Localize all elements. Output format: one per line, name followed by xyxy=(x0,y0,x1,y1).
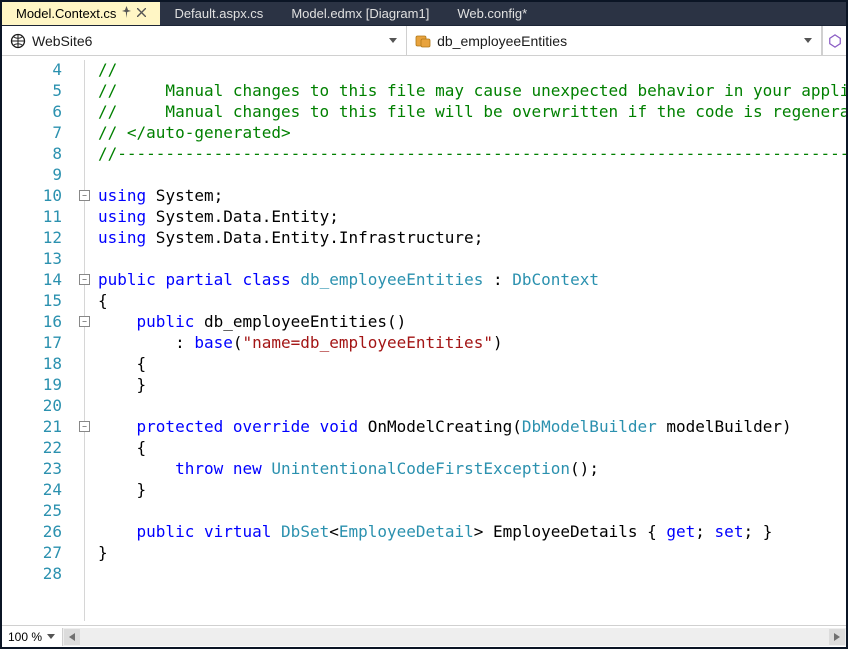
line-number: 24 xyxy=(2,479,62,500)
fold-toggle[interactable]: − xyxy=(79,274,90,285)
line-number: 26 xyxy=(2,521,62,542)
nav-overflow[interactable] xyxy=(822,26,846,55)
line-number: 28 xyxy=(2,563,62,584)
tab-label: Web.config* xyxy=(457,6,527,21)
scroll-right-button[interactable] xyxy=(829,629,845,645)
code-area[interactable]: //// Manual changes to this file may cau… xyxy=(98,56,846,625)
line-number: 15 xyxy=(2,290,62,311)
zoom-label: 100 % xyxy=(2,630,44,644)
pin-icon[interactable] xyxy=(122,6,131,21)
code-line[interactable]: //--------------------------------------… xyxy=(98,143,846,164)
code-line[interactable]: protected override void OnModelCreating(… xyxy=(98,416,846,437)
tab-strip: Model.Context.cs Default.aspx.cs Model.e… xyxy=(2,2,846,26)
line-number: 27 xyxy=(2,542,62,563)
code-line[interactable]: using System.Data.Entity; xyxy=(98,206,846,227)
code-line[interactable]: public partial class db_employeeEntities… xyxy=(98,269,846,290)
chevron-down-icon xyxy=(386,34,400,48)
line-number: 5 xyxy=(2,80,62,101)
code-line[interactable]: using System.Data.Entity.Infrastructure; xyxy=(98,227,846,248)
line-number: 12 xyxy=(2,227,62,248)
line-number: 10 xyxy=(2,185,62,206)
line-number: 16 xyxy=(2,311,62,332)
line-number-gutter: 4567891011121314151617181920212223242526… xyxy=(2,56,74,625)
line-number: 23 xyxy=(2,458,62,479)
globe-icon xyxy=(10,33,26,49)
code-line[interactable]: // Manual changes to this file may cause… xyxy=(98,80,846,101)
line-number: 21 xyxy=(2,416,62,437)
code-line[interactable]: // xyxy=(98,59,846,80)
line-number: 14 xyxy=(2,269,62,290)
tab-label: Default.aspx.cs xyxy=(174,6,263,21)
chevron-down-icon xyxy=(801,34,815,48)
code-line[interactable]: public db_employeeEntities() xyxy=(98,311,846,332)
code-line[interactable]: { xyxy=(98,290,846,311)
nav-member-label: db_employeeEntities xyxy=(437,33,795,49)
line-number: 22 xyxy=(2,437,62,458)
code-line[interactable] xyxy=(98,164,846,185)
tab-web-config[interactable]: Web.config* xyxy=(443,2,541,25)
nav-project-selector[interactable]: WebSite6 xyxy=(2,26,407,55)
zoom-dropdown[interactable] xyxy=(44,634,58,639)
code-line[interactable]: : base("name=db_employeeEntities") xyxy=(98,332,846,353)
code-line[interactable]: // Manual changes to this file will be o… xyxy=(98,101,846,122)
code-line[interactable]: } xyxy=(98,542,846,563)
code-line[interactable]: { xyxy=(98,353,846,374)
nav-bar: WebSite6 db_employeeEntities xyxy=(2,26,846,56)
code-line[interactable]: public virtual DbSet<EmployeeDetail> Emp… xyxy=(98,521,846,542)
line-number: 13 xyxy=(2,248,62,269)
tab-model-context[interactable]: Model.Context.cs xyxy=(2,2,160,25)
code-line[interactable]: } xyxy=(98,374,846,395)
fold-guide xyxy=(84,60,85,621)
fold-toggle[interactable]: − xyxy=(79,421,90,432)
code-line[interactable]: // </auto-generated> xyxy=(98,122,846,143)
tab-default-aspx[interactable]: Default.aspx.cs xyxy=(160,2,277,25)
code-line[interactable]: throw new UnintentionalCodeFirstExceptio… xyxy=(98,458,846,479)
code-line[interactable] xyxy=(98,563,846,584)
fold-gutter: − − − − xyxy=(74,56,98,625)
code-line[interactable]: { xyxy=(98,437,846,458)
line-number: 9 xyxy=(2,164,62,185)
nav-project-label: WebSite6 xyxy=(32,33,380,49)
line-number: 4 xyxy=(2,59,62,80)
tab-model-edmx[interactable]: Model.edmx [Diagram1] xyxy=(277,2,443,25)
line-number: 25 xyxy=(2,500,62,521)
line-number: 20 xyxy=(2,395,62,416)
line-number: 18 xyxy=(2,353,62,374)
horizontal-scrollbar[interactable] xyxy=(62,628,846,646)
line-number: 8 xyxy=(2,143,62,164)
editor[interactable]: 4567891011121314151617181920212223242526… xyxy=(2,56,846,625)
scroll-left-button[interactable] xyxy=(64,629,80,645)
close-icon[interactable] xyxy=(137,8,146,20)
fold-toggle[interactable]: − xyxy=(79,190,90,201)
nav-member-selector[interactable]: db_employeeEntities xyxy=(407,26,822,55)
tab-label: Model.Context.cs xyxy=(16,6,116,21)
code-line[interactable]: } xyxy=(98,479,846,500)
line-number: 19 xyxy=(2,374,62,395)
code-line[interactable] xyxy=(98,395,846,416)
line-number: 6 xyxy=(2,101,62,122)
class-icon xyxy=(415,33,431,49)
status-strip: 100 % xyxy=(2,625,846,647)
line-number: 17 xyxy=(2,332,62,353)
line-number: 11 xyxy=(2,206,62,227)
code-line[interactable] xyxy=(98,500,846,521)
tab-label: Model.edmx [Diagram1] xyxy=(291,6,429,21)
code-line[interactable] xyxy=(98,248,846,269)
line-number: 7 xyxy=(2,122,62,143)
code-line[interactable]: using System; xyxy=(98,185,846,206)
fold-toggle[interactable]: − xyxy=(79,316,90,327)
